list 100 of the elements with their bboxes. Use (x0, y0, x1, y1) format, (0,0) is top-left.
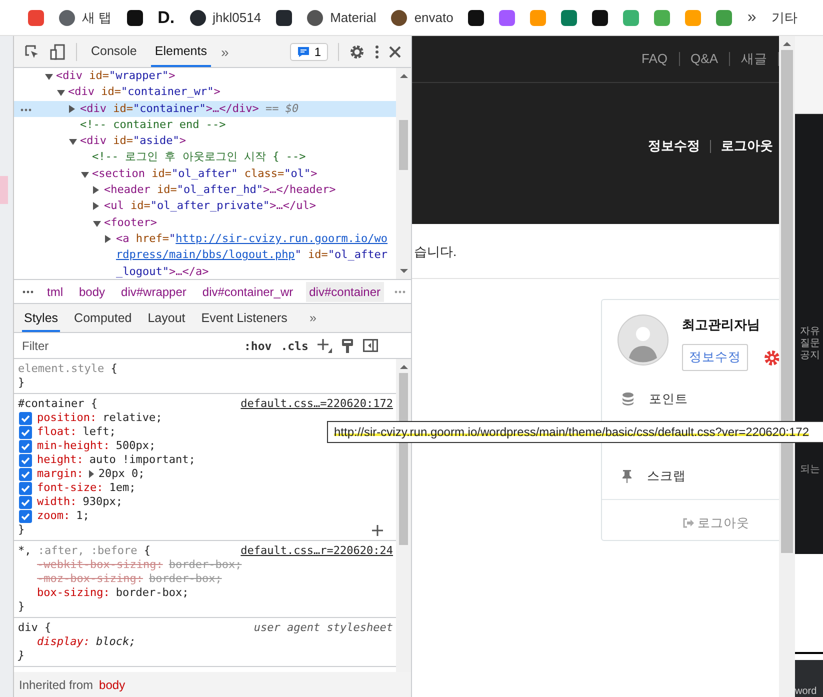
dom-tree-row[interactable]: <div id="aside"> (14, 133, 396, 150)
more-options-icon[interactable] (375, 44, 379, 58)
bookmark-icon[interactable] (126, 10, 143, 26)
dom-tree-row[interactable]: <div id="wrapper"> (14, 68, 396, 84)
checkbox[interactable] (19, 510, 32, 522)
bookmark-icon[interactable] (276, 10, 292, 26)
breadcrumb[interactable]: div#container_wr (199, 282, 296, 302)
property-name[interactable]: min-height: (37, 439, 110, 453)
styles-tab[interactable]: Styles (22, 304, 60, 332)
devtools-tab[interactable]: Console (87, 36, 141, 67)
expand-triangle-icon[interactable] (89, 470, 94, 478)
menu-item[interactable]: 스크랩 (647, 468, 686, 484)
property-name[interactable]: width: (37, 495, 77, 509)
source-link[interactable]: default.css…r=220620:24 (240, 544, 393, 558)
dom-tree-row[interactable]: <!-- container end --> (14, 116, 396, 134)
breadcrumb[interactable]: body (76, 282, 108, 302)
more-icon[interactable] (22, 290, 34, 294)
styles-tab[interactable]: Layout (146, 304, 188, 332)
bookmarks-overflow-button[interactable]: » (747, 8, 756, 26)
expand-triangle-icon[interactable] (93, 186, 99, 194)
property-name[interactable]: display: (37, 635, 90, 649)
bookmark[interactable]: jhkl0514 (190, 10, 262, 26)
property-name[interactable]: font-size: (37, 481, 104, 495)
property-name[interactable]: position: (37, 411, 97, 425)
other-bookmarks[interactable]: 기타 (771, 8, 798, 26)
menu-item[interactable]: 포인트 (649, 390, 688, 408)
edit-profile-button[interactable]: 정보수정 (682, 344, 748, 371)
checkbox[interactable] (19, 454, 32, 466)
bookmark-icon[interactable] (468, 10, 484, 26)
source-link[interactable]: default.css…=220620:172 (240, 397, 393, 411)
expand-triangle-icon[interactable] (81, 172, 89, 178)
bookmark[interactable]: envato (391, 10, 454, 26)
property-name[interactable]: float: (37, 425, 77, 439)
checkbox[interactable] (19, 468, 32, 480)
member-link[interactable]: 정보수정 (648, 137, 700, 155)
expand-triangle-icon[interactable] (105, 234, 111, 243)
close-icon[interactable] (389, 46, 401, 58)
settings-icon[interactable] (349, 44, 365, 60)
bookmark[interactable]: 새 탭 (59, 8, 112, 26)
property-name[interactable]: margin: (37, 467, 84, 481)
settings-icon[interactable] (764, 350, 779, 366)
nav-link[interactable]: Q&A (680, 52, 730, 66)
breadcrumb[interactable]: div#wrapper (118, 282, 190, 302)
plus-icon[interactable] (372, 524, 383, 536)
bookmark[interactable]: D. (158, 8, 175, 28)
property-value[interactable]: block; (96, 635, 136, 649)
sidebar-toggle-icon[interactable] (363, 339, 378, 352)
dom-tree-row[interactable]: <a href="http://sir-cvizy.run.goorm.io/wordpress/main/bbs/logout.php" id="ol_after_logout">…</a> (14, 230, 396, 279)
property-value[interactable]: 20px 0; (98, 467, 145, 481)
bookmark-icon[interactable] (592, 10, 608, 26)
dom-tree-row[interactable]: <section id="ol_after" class="ol"> (14, 166, 396, 182)
styles-tab[interactable]: Event Listeners (199, 304, 290, 332)
property-name[interactable]: height: (37, 453, 84, 467)
member-link[interactable]: 로그아웃 (721, 137, 773, 155)
devtools-tab[interactable]: Elements (150, 36, 211, 67)
dom-tree-row[interactable]: <div id="container">…</div> == $0 (14, 100, 396, 117)
property-value[interactable]: 1em; (109, 481, 136, 495)
closing-brace: } (18, 376, 25, 390)
scrollbar-thumb[interactable] (399, 120, 408, 170)
expand-triangle-icon[interactable] (69, 104, 75, 113)
issues-button[interactable]: 1 (290, 42, 328, 60)
breadcrumb[interactable]: div#container (306, 282, 384, 302)
nav-link[interactable]: FAQ (630, 52, 680, 66)
property-value[interactable]: auto !important; (89, 453, 196, 467)
more-tabs-button[interactable]: » (220, 44, 229, 60)
property-value[interactable]: 1; (76, 509, 90, 523)
styles-tab[interactable]: Computed (72, 304, 134, 332)
expand-triangle-icon[interactable] (69, 139, 77, 146)
property-name[interactable]: zoom: (37, 509, 70, 523)
hover-state-button[interactable]: :hov (244, 338, 272, 352)
checkbox[interactable] (19, 440, 32, 452)
bookmark[interactable]: Material (307, 10, 376, 26)
paint-roller-icon[interactable] (341, 338, 354, 354)
property-name[interactable]: box-sizing: (37, 586, 110, 600)
inherited-element-link[interactable]: body (99, 678, 126, 692)
property-value[interactable]: 500px; (116, 439, 156, 453)
property-value[interactable]: border-box; (116, 586, 189, 600)
class-button[interactable]: .cls (280, 338, 308, 352)
expand-triangle-icon[interactable] (45, 74, 53, 80)
expand-triangle-icon[interactable] (93, 220, 101, 227)
more-tabs-button[interactable]: » (309, 304, 316, 332)
closing-brace: } (18, 649, 25, 663)
checkbox[interactable] (19, 412, 32, 424)
dom-tree-row[interactable]: <!-- 로그인 후 아웃로그인 시작 { --> (14, 149, 396, 166)
dom-tree-row[interactable]: <ul id="ol_after_private">…</ul> (14, 198, 396, 215)
breadcrumb[interactable]: tml (44, 282, 66, 302)
checkbox[interactable] (19, 426, 32, 438)
dom-tree-row[interactable]: <header id="ol_after_hd">…</header> (14, 182, 396, 198)
expand-triangle-icon[interactable] (93, 202, 99, 210)
inspect-icon[interactable] (24, 44, 40, 60)
device-icon[interactable] (50, 44, 66, 60)
checkbox[interactable] (19, 496, 32, 508)
property-value[interactable]: 930px; (82, 495, 122, 509)
dom-tree-row[interactable]: <footer> (14, 214, 396, 231)
property-value[interactable]: relative; (102, 411, 162, 425)
checkbox[interactable] (19, 482, 32, 494)
property-value[interactable]: left; (82, 425, 116, 439)
plus-icon[interactable] (317, 338, 332, 353)
logout-text[interactable]: 로그아웃 (698, 514, 750, 532)
more-icon[interactable] (20, 108, 32, 112)
